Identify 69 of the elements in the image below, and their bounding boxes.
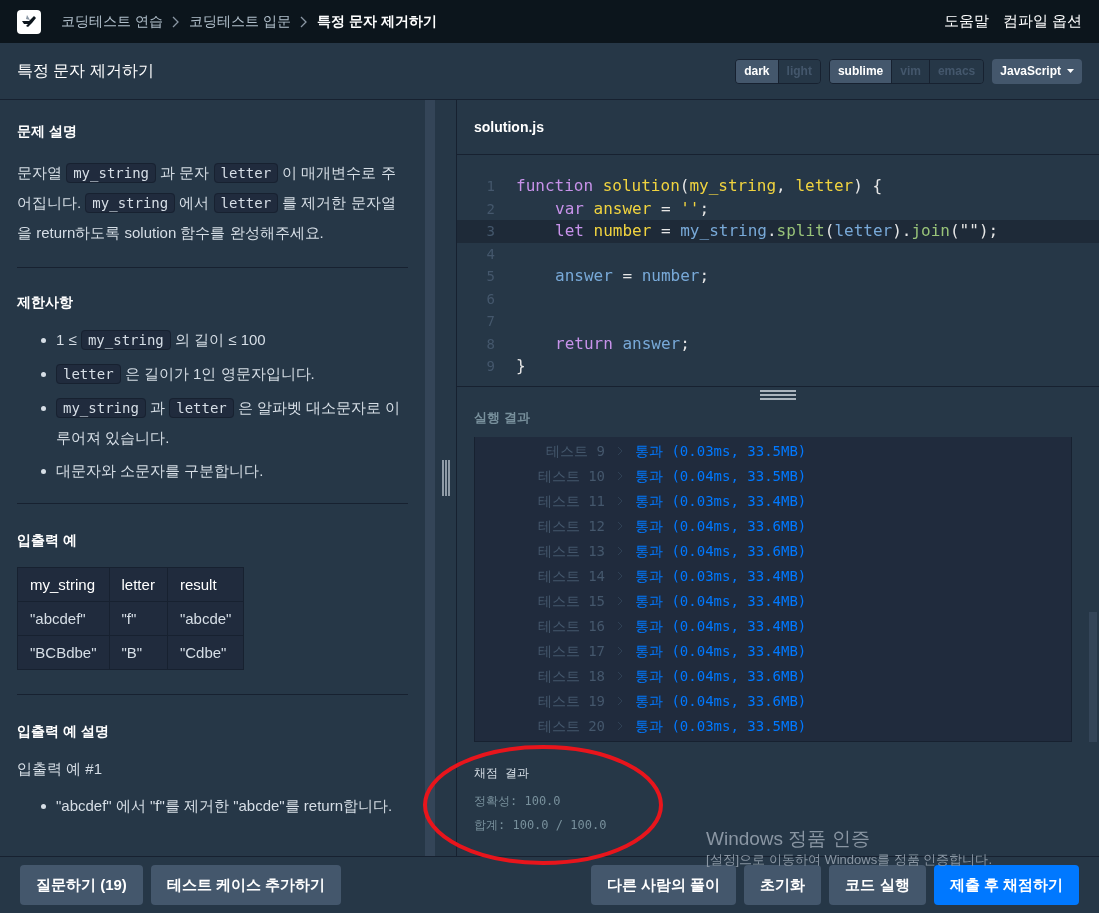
code-line: var answer = '';	[555, 197, 710, 220]
test-result: 통과 (0.04ms, 33.6MB)	[635, 666, 807, 686]
example-note: "abcdef" 에서 "f"를 제거한 "abcde"를 return합니다.	[56, 796, 393, 816]
grading-heading: 채점 결과	[474, 764, 531, 782]
caret-down-icon	[1067, 69, 1074, 73]
table-cell: "B"	[109, 635, 168, 670]
table-cell: "f"	[109, 601, 168, 636]
grading-line: 합계: 100.0 / 100.0	[474, 816, 608, 834]
constraint-item: 대문자와 소문자를 구분합니다.	[56, 461, 264, 481]
code-line: }	[516, 355, 526, 377]
test-result: 통과 (0.03ms, 33.5MB)	[635, 716, 807, 736]
test-result: 통과 (0.04ms, 33.5MB)	[635, 466, 807, 486]
table-cell: "Cdbe"	[167, 635, 244, 670]
bullet-icon	[41, 406, 46, 411]
footer-button[interactable]: 테스트 케이스 추가하기	[150, 865, 342, 905]
section-heading: 문제 설명	[17, 122, 78, 141]
section-heading: 제한사항	[17, 293, 74, 312]
toggle-option[interactable]: dark	[736, 59, 779, 83]
test-result: 통과 (0.03ms, 33.4MB)	[635, 566, 807, 586]
activation-notice-title: Windows 정품 인증	[706, 827, 871, 851]
grading-line: 정확성: 100.0	[474, 792, 562, 810]
test-result: 통과 (0.04ms, 33.4MB)	[635, 641, 807, 661]
bird-logo-icon[interactable]	[17, 9, 41, 34]
drag-handle-icon	[441, 460, 450, 496]
file-tab[interactable]: solution.js	[474, 116, 544, 138]
chevron-right-icon	[171, 15, 180, 28]
language-dropdown[interactable]: JavaScript	[992, 58, 1082, 84]
code-line: answer = number;	[555, 265, 710, 287]
page-title: 특정 문자 제거하기	[17, 61, 154, 81]
top-link[interactable]: 도움말	[943, 10, 989, 33]
bullet-icon	[41, 372, 46, 377]
description-paragraph: 문자열 my_string 과 문자 letter 이 매개변수로 주어집니다. my_string 에서 letter 를 제거한 문자열을 return하도록 solution 함수를 완성해주세요.	[17, 162, 397, 243]
test-result: 통과 (0.04ms, 33.6MB)	[635, 516, 807, 536]
table-header: letter	[109, 567, 168, 602]
results-heading: 실행 결과	[474, 409, 530, 428]
section-heading: 입출력 예	[17, 531, 78, 550]
test-result: 통과 (0.04ms, 33.6MB)	[635, 691, 807, 711]
table-cell: "BCBdbe"	[17, 635, 110, 670]
footer-button[interactable]: 초기화	[744, 865, 822, 905]
test-result: 통과 (0.04ms, 33.4MB)	[635, 591, 807, 611]
footer-button[interactable]: 코드 실행	[829, 865, 926, 905]
constraint-item: my_string 과 letter 은 알파벳 대소문자로 이루어져 있습니다.	[56, 397, 402, 448]
bullet-icon	[41, 469, 46, 474]
table-header: result	[167, 567, 244, 602]
table-header: my_string	[17, 567, 110, 602]
footer-button[interactable]: 질문하기 (19)	[20, 865, 143, 905]
test-result: 통과 (0.04ms, 33.4MB)	[635, 616, 807, 636]
test-result: 통과 (0.03ms, 33.5MB)	[635, 441, 807, 461]
chevron-right-icon	[299, 15, 308, 28]
top-link[interactable]: 컴파일 옵션	[1002, 10, 1082, 33]
constraint-item: letter 은 길이가 1인 영문자입니다.	[56, 359, 315, 389]
code-line: return answer;	[555, 332, 690, 355]
test-result: 통과 (0.03ms, 33.4MB)	[635, 491, 807, 511]
table-cell: "abcde"	[167, 601, 244, 636]
code-line: function solution(my_string, letter) {	[516, 175, 883, 197]
constraint-item: 1 ≤ my_string 의 길이 ≤ 100	[56, 329, 266, 352]
table-cell: "abcdef"	[17, 601, 110, 636]
code-line: let number = my_string.split(letter).join("");	[555, 220, 999, 242]
breadcrumb-link[interactable]: 코딩테스트 입문	[188, 11, 291, 32]
resize-handle-icon[interactable]	[760, 389, 796, 400]
toggle-option[interactable]: sublime	[829, 59, 893, 83]
test-result: 통과 (0.04ms, 33.6MB)	[635, 541, 807, 561]
breadcrumb-link[interactable]: 코딩테스트 연습	[61, 11, 163, 32]
bullet-icon	[41, 804, 46, 809]
example-subheading: 입출력 예 #1	[17, 759, 104, 779]
section-heading: 입출력 예 설명	[17, 722, 110, 741]
footer-button[interactable]: 제출 후 채점하기	[933, 865, 1079, 905]
breadcrumb-link[interactable]: 특정 문자 제거하기	[316, 11, 437, 32]
bullet-icon	[41, 338, 46, 343]
